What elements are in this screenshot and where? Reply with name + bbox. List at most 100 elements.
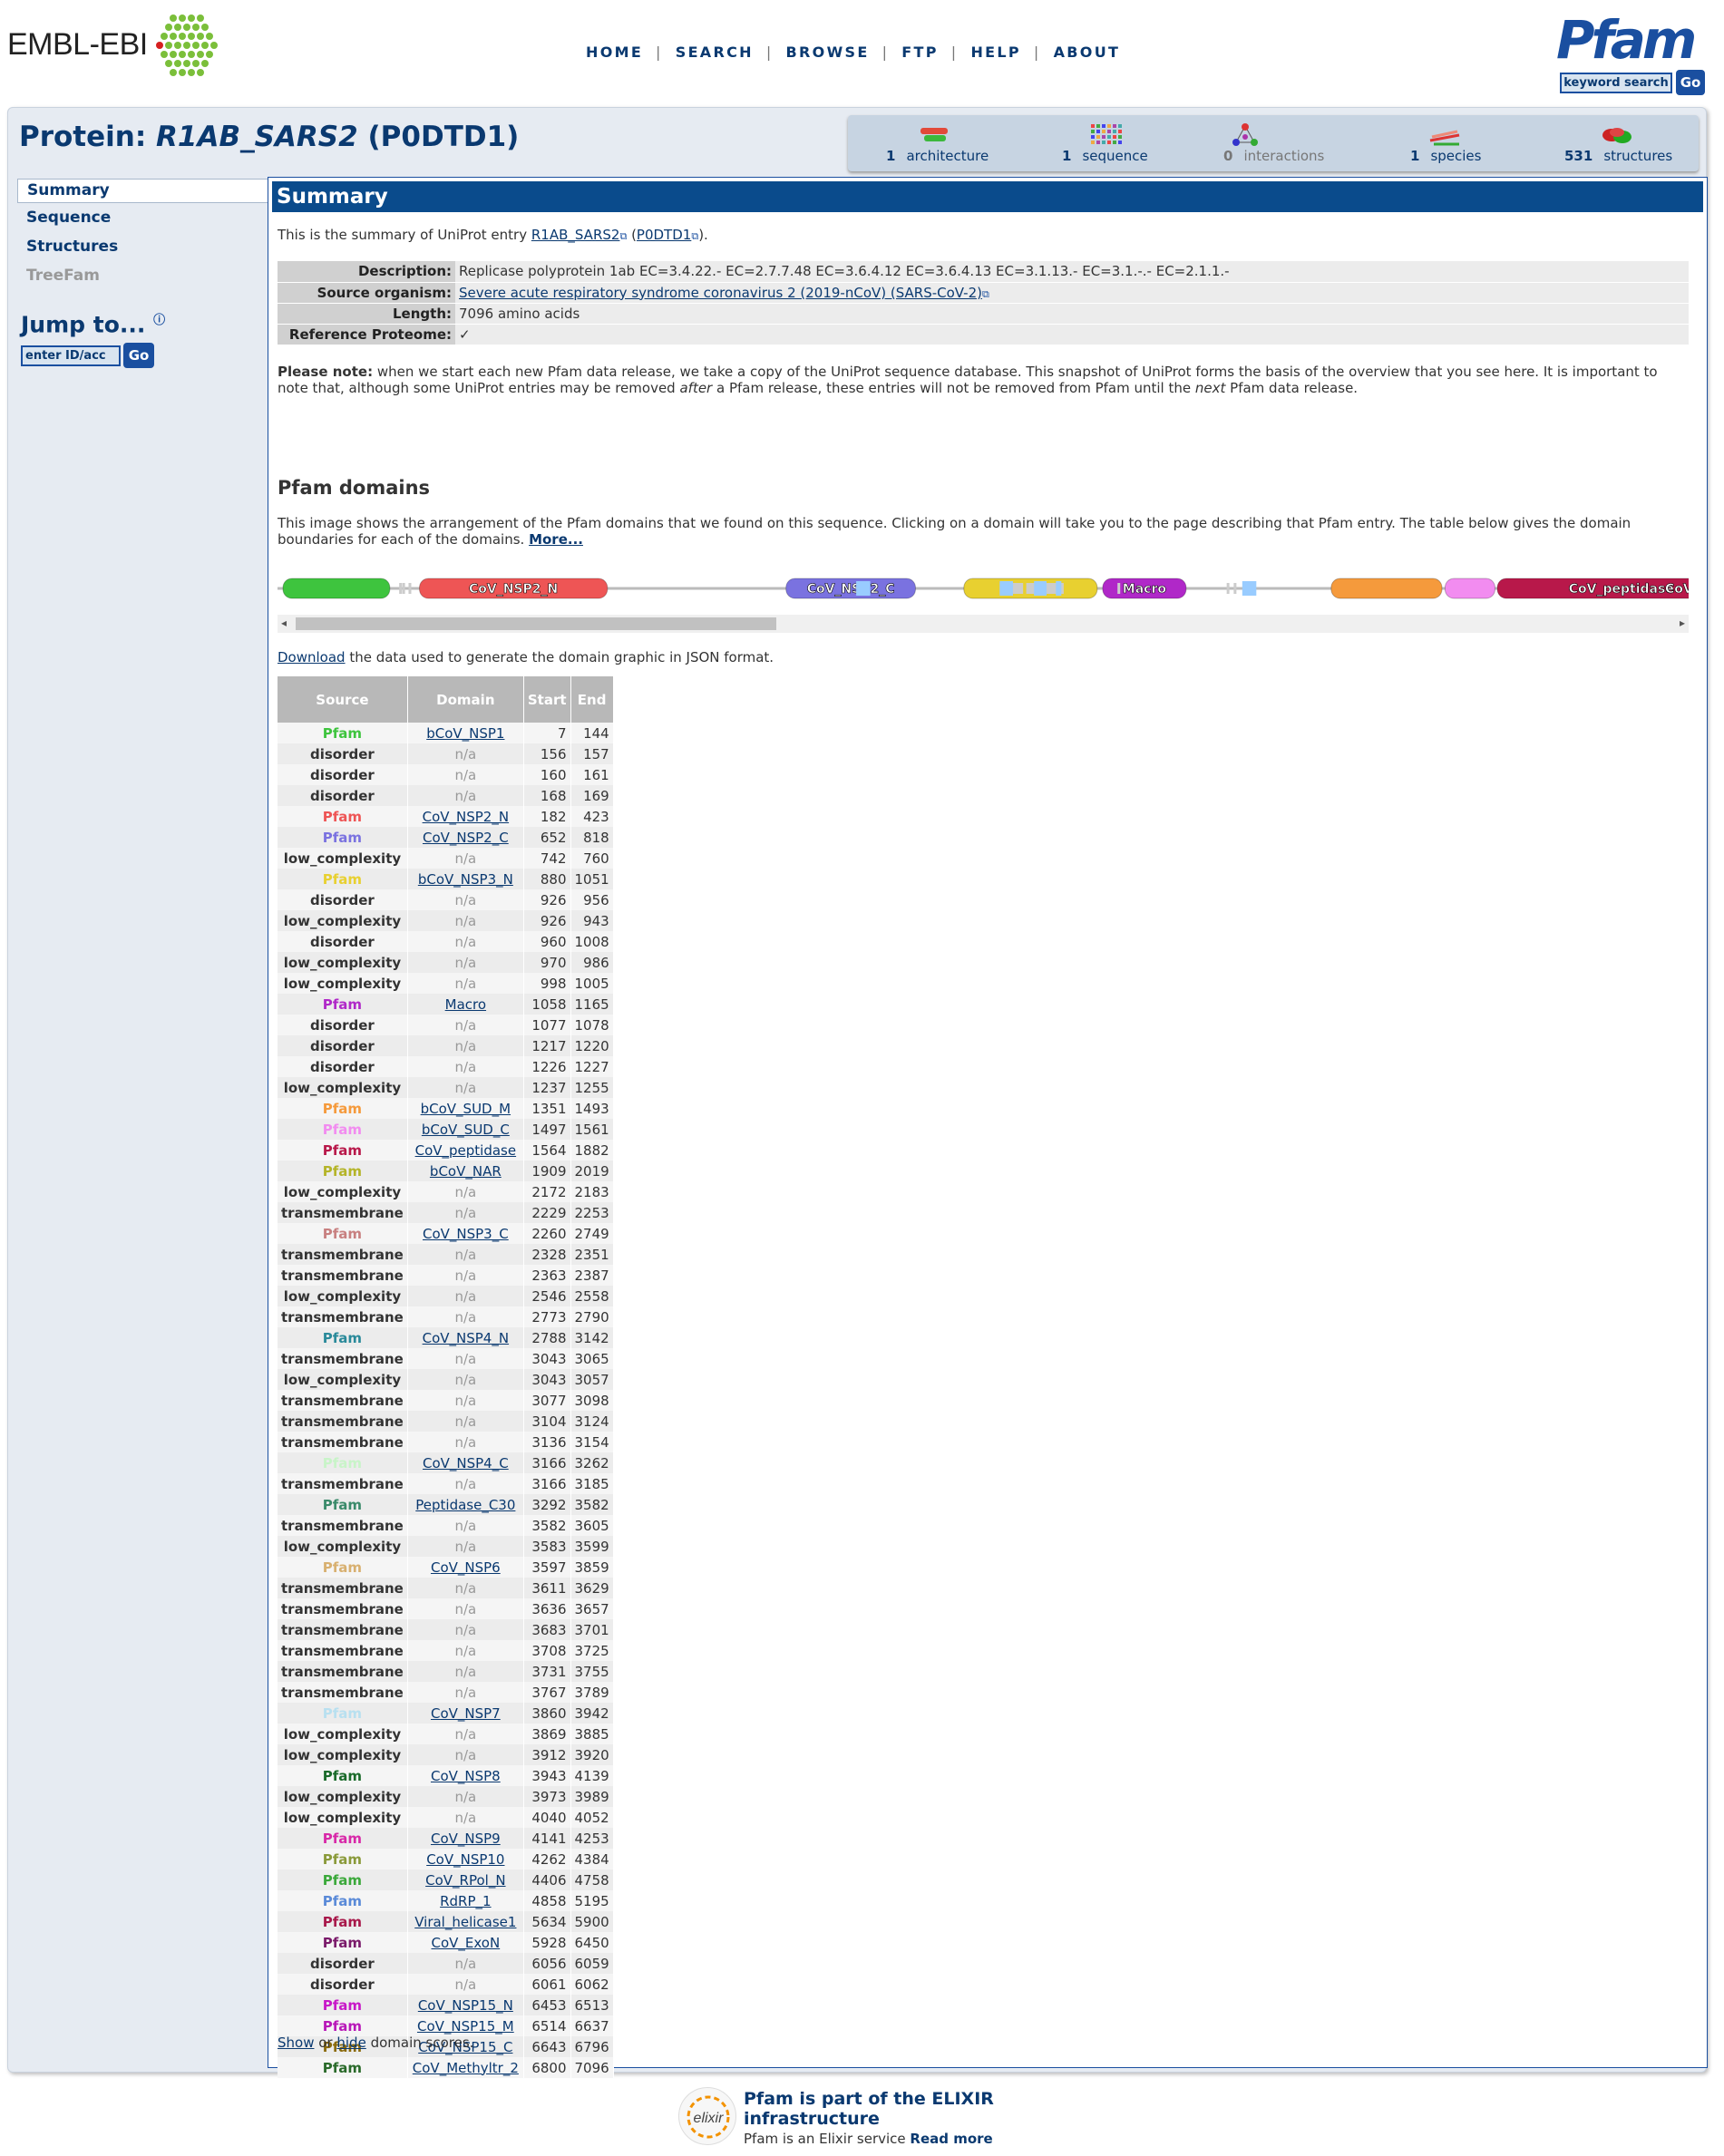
show-scores-link[interactable]: Show [278,2035,314,2051]
domain-link[interactable]: RdRP_1 [440,1893,491,1909]
domain-link[interactable]: bCoV_SUD_M [421,1101,511,1117]
start-cell: 4406 [523,1870,571,1890]
domain-shape[interactable] [1444,578,1495,599]
sidebar-item-sequence[interactable]: Sequence [17,203,273,232]
disorder-region[interactable] [1226,583,1230,594]
elixir-logo[interactable]: elixir [678,2087,736,2145]
domain-cell: n/a [407,1202,524,1223]
domain-link[interactable]: bCoV_NAR [430,1163,502,1180]
col-start[interactable]: Start [523,676,571,723]
nav-search[interactable]: SEARCH [676,44,754,61]
jump-to-input[interactable]: enter ID/acc [21,345,121,366]
summary-heading: Summary [272,181,1703,212]
help-icon[interactable]: ⓘ [153,314,165,327]
low_complexity-region[interactable] [1056,581,1062,596]
domain-cell: n/a [407,1306,524,1327]
domain-link[interactable]: CoV_NSP15_M [417,2018,514,2035]
low_complexity-region[interactable] [856,581,871,596]
architecture-icon[interactable] [917,122,953,148]
table-row: low_complexity n/a 998 1005 [278,973,614,994]
keyword-search-go-button[interactable]: Go [1676,70,1705,95]
start-cell: 3731 [523,1661,571,1682]
source-organism-link[interactable]: Severe acute respiratory syndrome corona… [459,285,982,301]
domain-link[interactable]: Peptidase_C30 [415,1497,515,1513]
disorder-region[interactable] [1117,583,1121,594]
domain-link[interactable]: CoV_NSP7 [431,1705,501,1722]
start-cell: 2546 [523,1286,571,1306]
nav-ftp[interactable]: FTP [901,44,938,61]
structures-icon[interactable] [1599,122,1635,148]
start-cell: 1351 [523,1098,571,1119]
nav-home[interactable]: HOME [586,44,643,61]
end-cell: 3755 [570,1661,614,1682]
start-cell: 1077 [523,1015,571,1035]
ebi-logo[interactable]: EMBL-EBI [7,13,225,76]
uniprot-acc-link[interactable]: P0DTD1 [637,227,691,243]
domain-link[interactable]: bCoV_SUD_C [422,1122,510,1138]
sequence-icon[interactable] [1089,122,1125,148]
domain-link[interactable]: Macro [445,996,486,1013]
start-cell: 3912 [523,1744,571,1765]
domain-link[interactable]: CoV_NSP3_C [423,1226,509,1242]
species-link[interactable]: 1 species [1410,148,1481,164]
domain-link[interactable]: Viral_helicase1 [414,1914,516,1930]
source-cell: transmembrane [278,1411,408,1432]
scroll-left-icon[interactable]: ◂ [281,617,287,629]
domain-link[interactable]: bCoV_NSP1 [426,725,504,742]
sequence-link[interactable]: 1 sequence [1062,148,1148,164]
col-end[interactable]: End [570,676,614,723]
domain-link[interactable]: CoV_RPol_N [425,1872,505,1889]
scroll-right-icon[interactable]: ▸ [1680,617,1685,629]
domain-link[interactable]: CoV_NSP2_N [423,809,509,825]
disorder-region[interactable] [402,583,405,594]
domain-link[interactable]: CoV_peptidase [415,1142,517,1159]
domain-link[interactable]: CoV_NSP6 [431,1559,501,1576]
domain-link[interactable]: CoV_NSP8 [431,1768,501,1784]
low_complexity-region[interactable] [1034,581,1047,596]
graphic-scrollbar[interactable]: ◂ ▸ [278,615,1689,633]
low_complexity-region[interactable] [1242,581,1257,596]
table-row: transmembrane n/a 3708 3725 [278,1640,614,1661]
source-cell: Pfam [278,1119,408,1140]
domain-link[interactable]: CoV_NSP4_C [423,1455,509,1471]
keyword-search-input[interactable]: keyword search [1560,73,1672,93]
nav-help[interactable]: HELP [970,44,1020,61]
start-cell: 970 [523,952,571,973]
domain-link[interactable]: CoV_NSP9 [431,1831,501,1847]
domain-link[interactable]: CoV_NSP2_C [423,830,509,846]
domain-link[interactable]: bCoV_NSP3_N [418,871,513,888]
source-cell: transmembrane [278,1473,408,1494]
scroll-thumb[interactable] [296,617,776,630]
domain-link[interactable]: CoV_Methyltr_2 [413,2060,519,2076]
jump-to-go-button[interactable]: Go [123,343,154,369]
pfam-logo[interactable]: Pfam [1556,13,1709,67]
disorder-region[interactable] [408,583,412,594]
domain-link[interactable]: CoV_NSP10 [426,1851,504,1868]
domain-link[interactable]: CoV_NSP4_N [423,1330,509,1346]
disorder-region[interactable] [1233,583,1237,594]
sidebar-item-summary[interactable]: Summary [17,179,273,203]
end-cell: 2749 [570,1223,614,1244]
domain-shape[interactable] [1330,578,1443,599]
disorder-region[interactable] [399,583,403,594]
domain-link[interactable]: CoV_NSP15_N [418,1997,513,2014]
architecture-link[interactable]: 1 architecture [886,148,989,164]
table-row: low_complexity n/a 970 986 [278,952,614,973]
species-icon[interactable] [1427,122,1463,148]
col-source[interactable]: Source [278,676,408,723]
hide-scores-link[interactable]: hide [336,2035,365,2051]
source-cell: Pfam [278,723,408,743]
download-json-link[interactable]: Download [278,649,346,665]
sidebar-item-structures[interactable]: Structures [17,232,273,261]
nav-about[interactable]: ABOUT [1054,44,1121,61]
col-domain[interactable]: Domain [407,676,524,723]
domain-shape[interactable] [282,578,391,599]
domain-graphic[interactable]: CoV_NSP2_N CoV_NSP2_C Macro CoV_peptidaseCo… [278,566,1689,611]
more-link[interactable]: More... [529,531,583,548]
structures-link[interactable]: 531 structures [1564,148,1672,164]
uniprot-entry-link[interactable]: R1AB_SARS2 [531,227,620,243]
nav-browse[interactable]: BROWSE [786,44,870,61]
read-more-link[interactable]: Read more [910,2131,992,2147]
low_complexity-region[interactable] [999,581,1013,596]
domain-link[interactable]: CoV_ExoN [431,1935,500,1951]
